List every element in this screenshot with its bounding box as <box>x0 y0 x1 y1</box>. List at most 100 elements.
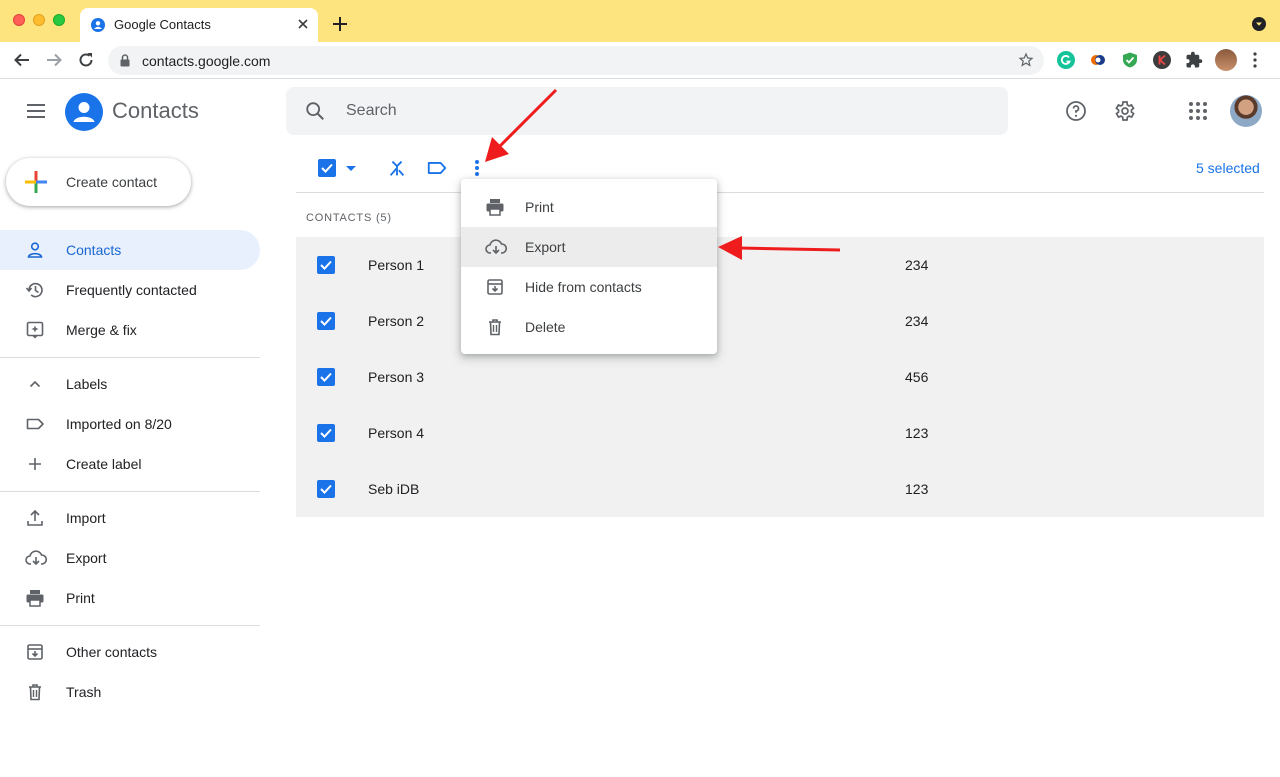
sidebar-item-print[interactable]: Print <box>0 578 260 618</box>
browser-tab[interactable]: Google Contacts <box>80 8 318 42</box>
contact-name: Person 2 <box>368 313 425 329</box>
contact-phone: 234 <box>905 257 929 273</box>
google-apps-grid-icon[interactable] <box>1186 99 1210 123</box>
sidebar-divider <box>0 357 260 358</box>
upload-icon <box>25 508 45 528</box>
sidebar-item-label: Other contacts <box>66 644 158 660</box>
sidebar-item-contacts[interactable]: Contacts <box>0 230 260 270</box>
contact-phone: 123 <box>905 481 929 497</box>
help-icon[interactable] <box>1064 99 1088 123</box>
select-all-checkbox[interactable] <box>318 159 336 177</box>
table-row[interactable]: Person 1 234 <box>296 237 1264 293</box>
sidebar-item-trash[interactable]: Trash <box>0 672 260 712</box>
history-icon <box>25 280 45 300</box>
contact-name: Person 4 <box>368 425 425 441</box>
shield-extension-icon[interactable] <box>1121 51 1139 69</box>
table-row[interactable]: Seb iDB 123 <box>296 461 1264 517</box>
sidebar-item-create-label[interactable]: Create label <box>0 444 260 484</box>
sidebar-item-export[interactable]: Export <box>0 538 260 578</box>
sidebar-item-frequently-contacted[interactable]: Frequently contacted <box>0 270 260 310</box>
sidebar-item-label: Import <box>66 510 106 526</box>
settings-gear-icon[interactable] <box>1112 99 1136 123</box>
puzzle-extensions-icon[interactable] <box>1185 51 1203 69</box>
trash-icon <box>485 317 505 337</box>
row-checkbox[interactable] <box>317 480 335 498</box>
sidebar-item-label: Create label <box>66 456 142 472</box>
sidebar-item-label: Print <box>66 590 95 606</box>
table-row[interactable]: Person 3 456 <box>296 349 1264 405</box>
row-checkbox[interactable] <box>317 312 335 330</box>
tab-title: Google Contacts <box>114 17 211 32</box>
merge-fix-icon <box>25 320 45 340</box>
address-bar[interactable]: contacts.google.com <box>108 46 1044 75</box>
back-arrow-icon[interactable] <box>13 51 31 69</box>
sidebar-item-label: Frequently contacted <box>66 282 197 298</box>
tab-search-icon[interactable] <box>1252 17 1266 31</box>
merge-icon[interactable] <box>386 157 408 179</box>
menu-item-delete[interactable]: Delete <box>461 307 717 347</box>
contact-phone: 234 <box>905 313 929 329</box>
contacts-logo-icon <box>65 93 103 131</box>
create-contact-button[interactable]: Create contact <box>6 158 191 206</box>
sidebar-item-other-contacts[interactable]: Other contacts <box>0 632 260 672</box>
browser-profile-avatar[interactable] <box>1215 49 1237 71</box>
person-icon <box>25 240 45 260</box>
chevron-up-icon <box>25 374 45 394</box>
colorful-plus-icon <box>24 170 48 194</box>
k-extension-icon[interactable] <box>1153 51 1171 69</box>
new-tab-icon[interactable] <box>330 14 350 34</box>
more-actions-icon[interactable] <box>473 158 481 178</box>
bookmark-star-icon[interactable] <box>1018 52 1034 68</box>
table-row[interactable]: Person 4 123 <box>296 405 1264 461</box>
table-row[interactable]: Person 2 234 <box>296 293 1264 349</box>
close-tab-icon[interactable] <box>296 17 310 31</box>
sidebar-divider <box>0 625 260 626</box>
lock-icon <box>120 54 130 67</box>
sidebar-item-label: Merge & fix <box>66 322 137 338</box>
sidebar-item-label: Contacts <box>66 242 122 258</box>
menu-item-label: Export <box>525 239 566 255</box>
sidebar-item-label: Imported on 8/20 <box>66 416 172 432</box>
sidebar-item-merge-fix[interactable]: Merge & fix <box>0 310 260 350</box>
menu-item-export[interactable]: Export <box>461 227 717 267</box>
contact-phone: 123 <box>905 425 929 441</box>
search-input[interactable] <box>346 87 986 135</box>
sidebar-item-import[interactable]: Import <box>0 498 260 538</box>
sidebar-item-imported-label[interactable]: Imported on 8/20 <box>0 404 260 444</box>
sidebar-divider <box>0 491 260 492</box>
browser-menu-icon[interactable] <box>1253 52 1257 68</box>
contact-name: Person 3 <box>368 369 425 385</box>
main-menu-icon[interactable] <box>24 99 48 123</box>
user-avatar[interactable] <box>1230 95 1262 127</box>
contacts-list: Person 1 234 Person 2 234 Person 3 456 P… <box>296 237 1264 517</box>
sidebar-item-labels[interactable]: Labels <box>0 364 260 404</box>
forward-arrow-icon[interactable] <box>45 51 63 69</box>
search-bar[interactable] <box>286 87 1008 135</box>
extension-swirl-icon[interactable] <box>1089 51 1107 69</box>
reload-icon[interactable] <box>77 51 95 69</box>
row-checkbox[interactable] <box>317 368 335 386</box>
create-contact-label: Create contact <box>66 174 158 190</box>
grammarly-extension-icon[interactable] <box>1057 51 1075 69</box>
cloud-download-icon <box>25 548 47 568</box>
manage-labels-icon[interactable] <box>426 157 448 179</box>
browser-toolbar: contacts.google.com <box>0 42 1280 79</box>
contact-name: Person 1 <box>368 257 425 273</box>
search-icon[interactable] <box>304 100 326 122</box>
close-window-button[interactable] <box>13 14 25 26</box>
browser-tab-strip: Google Contacts <box>0 0 1280 42</box>
archive-icon <box>485 277 505 297</box>
menu-item-hide-from-contacts[interactable]: Hide from contacts <box>461 267 717 307</box>
printer-icon <box>25 588 45 608</box>
menu-item-label: Delete <box>525 319 566 335</box>
row-checkbox[interactable] <box>317 256 335 274</box>
maximize-window-button[interactable] <box>53 14 65 26</box>
toolbar-divider <box>296 192 1264 193</box>
menu-item-print[interactable]: Print <box>461 187 717 227</box>
archive-icon <box>25 642 45 662</box>
sidebar-item-label: Export <box>66 550 107 566</box>
row-checkbox[interactable] <box>317 424 335 442</box>
minimize-window-button[interactable] <box>33 14 45 26</box>
selected-count: 5 selected <box>1196 160 1260 176</box>
select-dropdown-icon[interactable] <box>343 158 359 178</box>
